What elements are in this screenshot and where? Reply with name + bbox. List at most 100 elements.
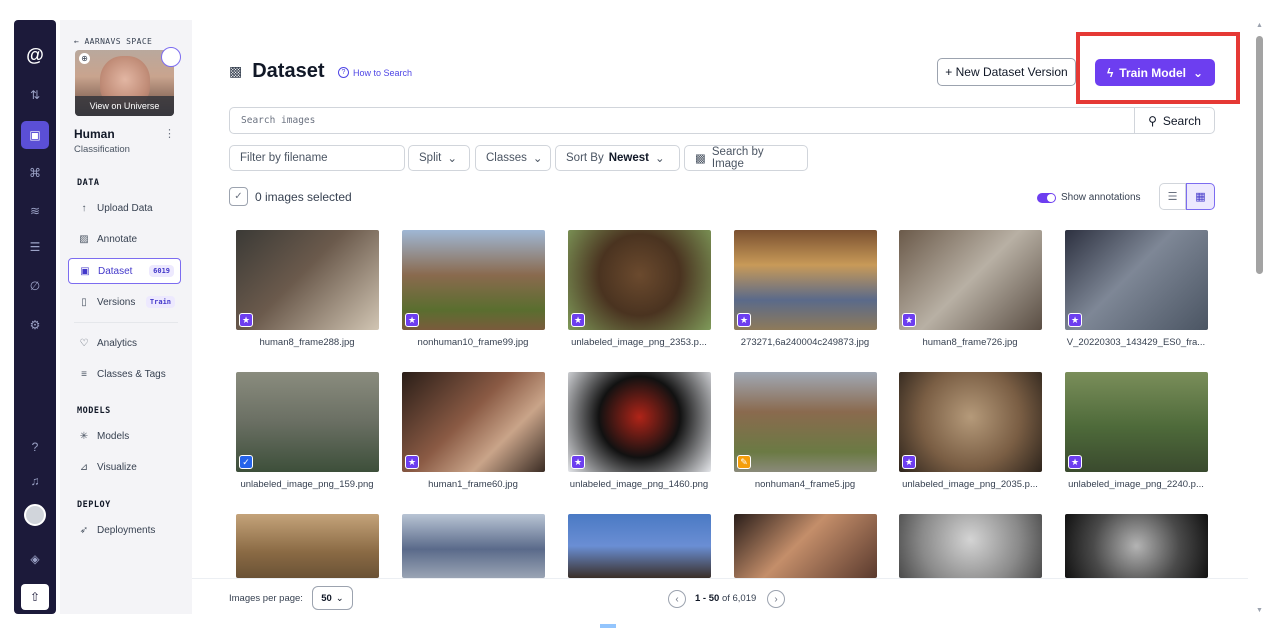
scroll-down-arrow-icon[interactable]: ▼ <box>1256 607 1263 614</box>
image-thumbnail[interactable] <box>236 514 379 578</box>
workflow-icon[interactable]: ⌘ <box>14 160 56 186</box>
sidebar-item-label: Annotate <box>97 233 138 245</box>
sidebar-item-dataset[interactable]: ▣ Dataset 6019 <box>68 258 181 284</box>
bell-icon[interactable]: ♫ <box>14 468 56 494</box>
image-thumbnail[interactable]: ★ <box>1065 230 1208 330</box>
image-thumbnail[interactable]: ★ <box>734 230 877 330</box>
split-label: Split <box>419 152 442 164</box>
per-page-value: 50 <box>321 592 332 604</box>
sort-by-dropdown[interactable]: Sort By Newest ⌄ <box>555 145 680 171</box>
image-thumbnail[interactable] <box>568 514 711 578</box>
image-caption: human8_frame726.jpg <box>922 337 1018 348</box>
image-caption: human8_frame288.jpg <box>259 337 355 348</box>
image-thumbnail[interactable] <box>1065 514 1208 578</box>
show-annotations-toggle[interactable] <box>1037 193 1056 203</box>
sort-by-label: Sort By <box>566 152 604 164</box>
list-view-button[interactable]: ☰ <box>1159 183 1186 210</box>
how-to-search-label: How to Search <box>353 67 413 78</box>
images-per-page-select[interactable]: 50 ⌄ <box>312 586 353 610</box>
image-caption: unlabeled_image_png_159.png <box>240 479 374 490</box>
new-dataset-version-button[interactable]: + New Dataset Version <box>937 58 1076 86</box>
chevron-down-icon: ⌄ <box>655 153 665 165</box>
highlight-box <box>1076 32 1240 104</box>
back-link[interactable]: ← AARNAVS SPACE <box>74 37 152 46</box>
project-sidebar: ← AARNAVS SPACE ⊕ View on Universe Human… <box>60 20 192 614</box>
upload-icon[interactable]: ⇧ <box>21 584 49 610</box>
image-thumbnail[interactable]: ★ <box>568 372 711 472</box>
folder-icon[interactable]: ▣ <box>21 121 49 149</box>
chart-icon[interactable]: ≋ <box>14 198 56 224</box>
sidebar-item-upload[interactable]: ↑ Upload Data <box>68 195 181 221</box>
user-avatar[interactable] <box>24 504 46 526</box>
image-thumbnail[interactable]: ★ <box>236 230 379 330</box>
sidebar-item-analytics[interactable]: ♡ Analytics <box>68 330 181 356</box>
image-thumbnail[interactable]: ✓ <box>236 372 379 472</box>
search-button-label: Search <box>1162 113 1201 128</box>
swap-icon[interactable]: ⇅ <box>14 82 56 108</box>
search-by-image-label: Search by Image <box>711 146 764 170</box>
image-thumbnail[interactable]: ★ <box>899 230 1042 330</box>
images-per-page-label: Images per page: <box>229 593 303 604</box>
annotation-tag-icon: ★ <box>902 455 916 469</box>
sidebar-item-annotate[interactable]: ▨ Annotate <box>68 226 181 252</box>
next-page-button[interactable]: › <box>767 590 785 608</box>
filename-filter-input[interactable]: Filter by filename <box>229 145 405 171</box>
image-thumbnail[interactable]: ★ <box>402 372 545 472</box>
image-thumbnail[interactable] <box>402 514 545 578</box>
image-caption: V_20220303_143429_ES0_fra... <box>1066 337 1206 348</box>
cube-icon[interactable]: ◈ <box>14 546 56 572</box>
settings-icon[interactable]: ⚙ <box>14 312 56 338</box>
dataset-count-badge: 6019 <box>149 265 174 277</box>
section-models: MODELS <box>77 406 111 416</box>
sidebar-item-classes[interactable]: ≡ Classes & Tags <box>68 361 181 387</box>
annotation-tag-icon: ★ <box>737 313 751 327</box>
search-by-image-button[interactable]: ▩ Search by Image <box>684 145 808 171</box>
pencil-icon: ✎ <box>737 455 751 469</box>
sidebar-item-versions[interactable]: ▯ Versions Train <box>68 289 181 315</box>
help-icon[interactable]: ? <box>14 434 56 460</box>
image-thumbnail[interactable]: ★ <box>899 372 1042 472</box>
image-thumbnail[interactable] <box>899 514 1042 578</box>
section-deploy: DEPLOY <box>77 500 111 510</box>
search-input[interactable]: Search images <box>229 107 1135 134</box>
image-thumbnail[interactable]: ★ <box>1065 372 1208 472</box>
sidebar-item-label: Deployments <box>97 524 156 536</box>
image-thumbnail[interactable]: ✎ <box>734 372 877 472</box>
search-button[interactable]: ⚲ Search <box>1134 107 1215 134</box>
sidebar-item-deployments[interactable]: ➶ Deployments <box>68 517 181 543</box>
image-caption: human1_frame60.jpg <box>428 479 518 490</box>
storage-icon[interactable]: ☰ <box>14 234 56 260</box>
scrollbar-thumb[interactable] <box>1256 36 1263 274</box>
image-icon: ▩ <box>229 63 243 79</box>
brush-icon[interactable]: ∅ <box>14 273 56 299</box>
page-title-text: Dataset <box>252 60 325 82</box>
analytics-icon: ♡ <box>79 337 89 349</box>
grid-view-button[interactable]: ▦ <box>1186 183 1215 210</box>
annotation-tag-icon: ★ <box>1068 313 1082 327</box>
image-thumbnail[interactable] <box>734 514 877 578</box>
upload-arrow-icon: ↑ <box>81 202 87 214</box>
scrollbar[interactable]: ▲ ▼ <box>1253 20 1267 616</box>
resize-handle[interactable] <box>600 624 616 628</box>
split-dropdown[interactable]: Split ⌄ <box>408 145 470 171</box>
classes-dropdown[interactable]: Classes ⌄ <box>475 145 551 171</box>
image-caption: 273271,6a240004c249873.jpg <box>740 337 870 348</box>
sidebar-item-models[interactable]: ✳ Models <box>68 423 181 449</box>
roboflow-logo-icon[interactable]: @ <box>14 42 56 68</box>
scroll-up-arrow-icon[interactable]: ▲ <box>1256 22 1263 29</box>
view-on-universe-button[interactable]: View on Universe <box>75 96 174 116</box>
image-thumbnail[interactable]: ★ <box>402 230 545 330</box>
image-icon: ▣ <box>80 265 90 277</box>
chevron-down-icon: ⌄ <box>447 153 458 165</box>
chevron-down-icon: ⌄ <box>335 592 344 604</box>
annotation-tag-icon: ★ <box>405 313 419 327</box>
previous-page-button[interactable]: ‹ <box>668 590 686 608</box>
sidebar-item-visualize[interactable]: ⊿ Visualize <box>68 454 181 480</box>
how-to-search-link[interactable]: ? How to Search <box>338 67 412 78</box>
kebab-menu-icon[interactable]: ⋮ <box>164 127 175 140</box>
project-name: Human <box>74 127 115 141</box>
image-thumbnail[interactable]: ★ <box>568 230 711 330</box>
visualize-icon: ⊿ <box>79 461 89 473</box>
annotation-tag-icon: ★ <box>571 455 585 469</box>
select-all-checkbox[interactable]: ✓ <box>229 187 248 206</box>
